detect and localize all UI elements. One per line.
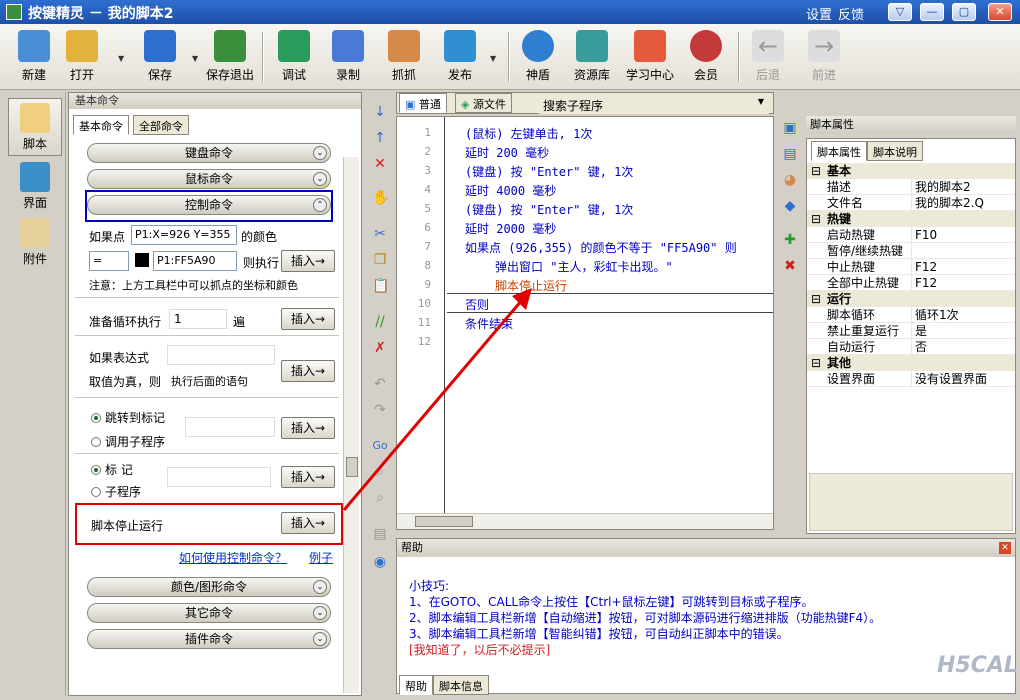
arrow-shaft	[342, 299, 524, 511]
annotation-arrow	[342, 288, 532, 511]
